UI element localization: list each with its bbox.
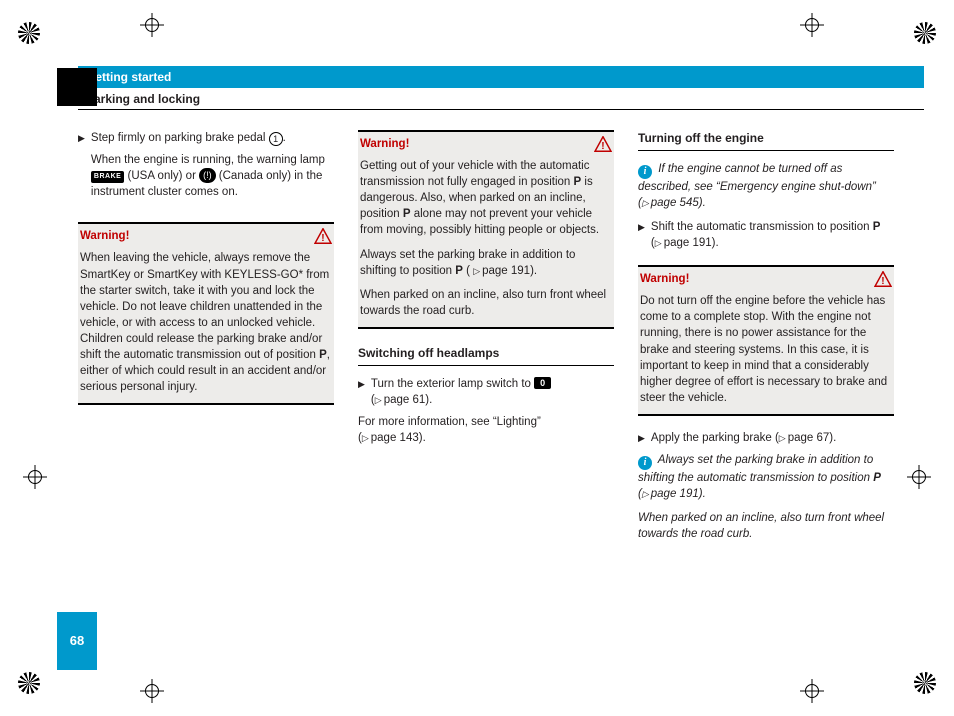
info-icon: i (638, 165, 652, 179)
step-bullet-icon: ▶ (78, 130, 85, 208)
warning-box: Warning! ! Getting out of your vehicle w… (358, 130, 614, 329)
callout-number-icon: 1 (269, 132, 283, 146)
page-crossref: page 191 (642, 488, 699, 500)
section-heading: Parking and locking (78, 89, 924, 110)
switch-position-icon: 0 (534, 377, 551, 390)
body-text: For more information, see “Lighting” (pa… (358, 414, 614, 446)
instruction-step: ▶ Shift the automatic transmission to po… (638, 219, 894, 251)
warning-text: Always set the parking brake in addition… (360, 247, 612, 279)
warning-triangle-icon: ! (314, 228, 332, 244)
info-note: When parked on an incline, also turn fro… (638, 510, 894, 542)
column-1: ▶ Step firmly on parking brake pedal 1. … (78, 130, 334, 550)
info-note: i If the engine cannot be turned off as … (638, 161, 894, 211)
step-text: Step firmly on parking brake pedal (91, 132, 269, 144)
warning-text: Getting out of your vehicle with the aut… (360, 158, 612, 238)
step-bullet-icon: ▶ (638, 219, 645, 251)
page-crossref: page 143 (362, 432, 419, 444)
subheading: Turning off the engine (638, 130, 894, 151)
warning-label: Warning! (360, 136, 409, 152)
column-3: Turning off the engine i If the engine c… (638, 130, 894, 550)
subheading: Switching off headlamps (358, 345, 614, 366)
chapter-heading: Getting started (78, 66, 924, 88)
page-crossref: page 67 (779, 432, 830, 444)
chapter-tab-marker (57, 68, 97, 106)
info-icon: i (638, 456, 652, 470)
page-number: 68 (57, 612, 97, 670)
warning-label: Warning! (80, 228, 129, 244)
instruction-step: ▶ Step firmly on parking brake pedal 1. … (78, 130, 334, 208)
page-crossref: page 545 (642, 197, 699, 209)
canada-brake-icon: (!) (199, 168, 216, 183)
instruction-step: ▶ Turn the exterior lamp switch to 0 (pa… (358, 376, 614, 408)
brake-lamp-icon: BRAKE (91, 171, 124, 183)
info-note: i Always set the parking brake in additi… (638, 452, 894, 502)
warning-triangle-icon: ! (874, 271, 892, 287)
warning-text: Do not turn off the engine before the ve… (640, 293, 892, 406)
step-bullet-icon: ▶ (638, 430, 645, 446)
page-crossref: page 191 (473, 265, 530, 277)
instruction-step: ▶ Apply the parking brake (page 67). (638, 430, 894, 446)
page-crossref: page 191 (655, 237, 712, 249)
warning-triangle-icon: ! (594, 136, 612, 152)
warning-label: Warning! (640, 271, 689, 287)
body-columns: ▶ Step firmly on parking brake pedal 1. … (78, 130, 924, 550)
warning-box: Warning! ! Do not turn off the engine be… (638, 265, 894, 416)
column-2: Warning! ! Getting out of your vehicle w… (358, 130, 614, 550)
step-bullet-icon: ▶ (358, 376, 365, 408)
svg-text:!: ! (321, 234, 324, 245)
svg-text:!: ! (881, 276, 884, 287)
svg-text:!: ! (601, 141, 604, 152)
warning-text: When leaving the vehicle, always remove … (80, 250, 332, 395)
warning-text: When parked on an incline, also turn fro… (360, 287, 612, 319)
warning-box: Warning! ! When leaving the vehicle, alw… (78, 222, 334, 405)
page-crossref: page 61 (375, 394, 426, 406)
